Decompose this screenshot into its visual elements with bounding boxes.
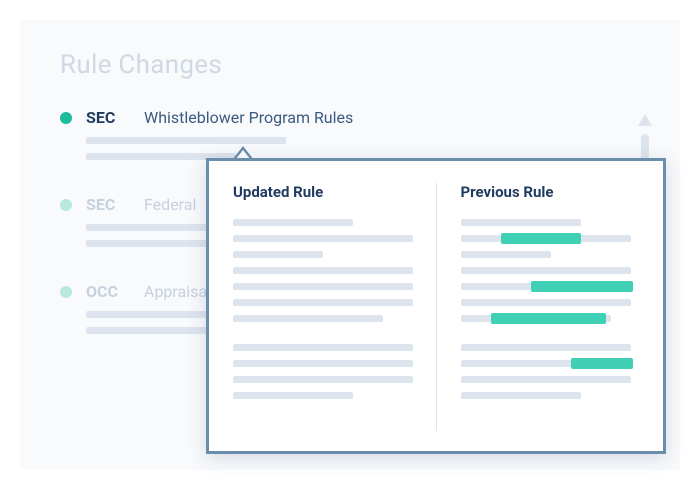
status-dot-icon [60, 286, 72, 298]
status-dot-icon [60, 199, 72, 211]
page-title: Rule Changes [60, 50, 640, 80]
rule-item[interactable]: SEC Whistleblower Program Rules [60, 108, 640, 160]
rule-agency: SEC [86, 108, 130, 127]
rule-name: Whistleblower Program Rules [144, 108, 353, 127]
status-dot-icon [60, 112, 72, 124]
updated-rule-column: Updated Rule [233, 183, 412, 431]
rule-name: Appraisa [144, 282, 207, 301]
previous-rule-heading: Previous Rule [461, 183, 640, 201]
rule-agency: SEC [86, 195, 130, 214]
scroll-up-icon[interactable] [638, 114, 652, 126]
rule-preview-lines [60, 137, 640, 160]
previous-rule-column: Previous Rule [436, 183, 640, 431]
rule-agency: OCC [86, 282, 130, 301]
updated-rule-heading: Updated Rule [233, 183, 412, 201]
rule-diff-popup: Updated Rule Previous Rule [206, 158, 666, 454]
rule-name: Federal [144, 195, 196, 214]
